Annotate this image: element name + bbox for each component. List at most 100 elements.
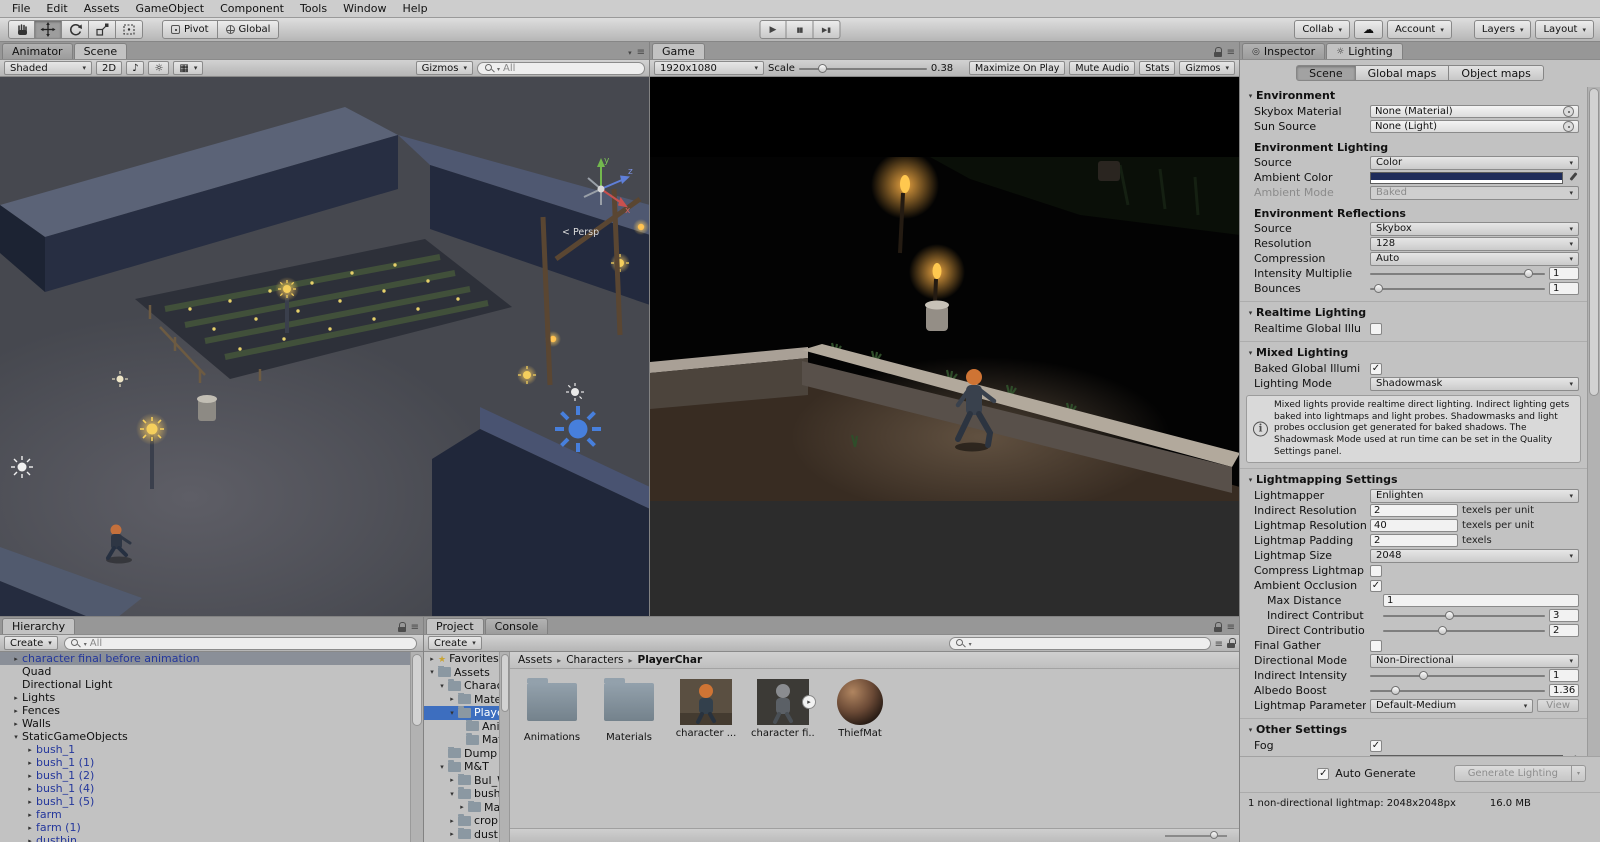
menu-component[interactable]: Component bbox=[212, 1, 292, 16]
foldout-icon[interactable] bbox=[436, 682, 448, 690]
environment-header[interactable]: Environment bbox=[1240, 87, 1587, 104]
menu-help[interactable]: Help bbox=[394, 1, 435, 16]
lock-icon[interactable] bbox=[397, 621, 407, 632]
effects-dropdown[interactable]: ▦ bbox=[173, 61, 204, 75]
hierarchy-item[interactable]: Fences bbox=[0, 704, 410, 717]
cloud-services-button[interactable]: ☁ bbox=[1353, 20, 1383, 39]
intensity-multiplier-slider[interactable] bbox=[1370, 267, 1545, 280]
pivot-toggle-button[interactable]: Pivot bbox=[162, 20, 218, 39]
scene-viewport[interactable]: y z x < Persp bbox=[0, 77, 649, 616]
foldout-icon[interactable] bbox=[24, 811, 36, 819]
project-tree-item[interactable]: Mater bbox=[424, 692, 509, 707]
foldout-icon[interactable] bbox=[24, 746, 36, 754]
hierarchy-item[interactable]: bush_1 (5) bbox=[0, 795, 410, 808]
menu-gameobject[interactable]: GameObject bbox=[128, 1, 213, 16]
foldout-icon[interactable] bbox=[426, 655, 438, 663]
breadcrumb-item[interactable]: Characters bbox=[566, 654, 637, 666]
project-tree-scrollbar[interactable] bbox=[499, 652, 509, 842]
hierarchy-item[interactable]: farm bbox=[0, 808, 410, 821]
hierarchy-item[interactable]: Quad bbox=[0, 665, 410, 678]
albedo-boost-value[interactable]: 1.36 bbox=[1549, 684, 1579, 698]
menu-file[interactable]: File bbox=[4, 1, 38, 16]
hand-tool-button[interactable] bbox=[8, 20, 35, 39]
indirect-resolution-field[interactable]: 2 bbox=[1370, 504, 1458, 518]
sun-source-field[interactable]: None (Light) bbox=[1370, 120, 1579, 133]
asset-item[interactable]: Materials bbox=[597, 677, 661, 743]
albedo-boost-slider[interactable] bbox=[1370, 684, 1545, 697]
foldout-icon[interactable] bbox=[446, 709, 458, 717]
play-button[interactable]: ▶ bbox=[759, 20, 787, 39]
hierarchy-item[interactable]: Walls bbox=[0, 717, 410, 730]
auto-generate-checkbox[interactable] bbox=[1317, 767, 1330, 780]
menu-edit[interactable]: Edit bbox=[38, 1, 75, 16]
tab-hierarchy[interactable]: Hierarchy bbox=[2, 618, 76, 634]
indirect-intensity-slider[interactable] bbox=[1370, 669, 1545, 682]
view-button[interactable]: View bbox=[1537, 699, 1579, 713]
compression-dropdown[interactable]: Auto bbox=[1370, 251, 1579, 266]
breadcrumb-item[interactable]: PlayerChar bbox=[638, 654, 703, 666]
direct-contribution-slider[interactable] bbox=[1383, 624, 1545, 637]
step-button[interactable]: ▶▮ bbox=[813, 20, 841, 39]
refl-resolution-dropdown[interactable]: 128 bbox=[1370, 236, 1579, 251]
refl-source-dropdown[interactable]: Skybox bbox=[1370, 221, 1579, 236]
asset-item[interactable]: ThiefMat bbox=[828, 677, 892, 743]
panel-menu-icon[interactable] bbox=[1227, 620, 1235, 633]
slider-thumb[interactable] bbox=[1444, 611, 1454, 621]
lightmap-padding-field[interactable]: 2 bbox=[1370, 534, 1458, 548]
lightmap-resolution-field[interactable]: 40 bbox=[1370, 519, 1458, 533]
baked-gi-checkbox[interactable] bbox=[1370, 362, 1382, 375]
directional-light-gizmo[interactable] bbox=[555, 406, 601, 452]
foldout-icon[interactable] bbox=[436, 763, 448, 771]
slider-thumb[interactable] bbox=[1391, 686, 1400, 696]
foldout-icon[interactable] bbox=[24, 772, 36, 780]
foldout-icon[interactable] bbox=[446, 790, 458, 798]
project-tree-item[interactable]: Assets bbox=[424, 665, 509, 680]
slider-thumb[interactable] bbox=[1438, 626, 1448, 636]
other-settings-header[interactable]: Other Settings bbox=[1240, 721, 1587, 738]
hierarchy-create-dropdown[interactable]: Create bbox=[4, 636, 58, 650]
game-resolution-dropdown[interactable]: 1920x1080 bbox=[654, 61, 764, 75]
search-filter-dropdown-icon[interactable] bbox=[497, 63, 500, 74]
inspector-scrollbar[interactable] bbox=[1587, 87, 1600, 756]
asset-item[interactable]: Animations bbox=[520, 677, 584, 743]
stats-button[interactable]: Stats bbox=[1139, 61, 1176, 75]
game-gizmos-dropdown[interactable]: Gizmos bbox=[1179, 61, 1235, 75]
project-tree-item[interactable]: Mat bbox=[424, 800, 509, 815]
project-create-dropdown[interactable]: Create bbox=[428, 636, 482, 650]
realtime-gi-checkbox[interactable] bbox=[1370, 322, 1382, 335]
scrollbar-thumb[interactable] bbox=[501, 654, 509, 712]
tab-lighting[interactable]: ☼ Lighting bbox=[1326, 43, 1403, 59]
slider-thumb[interactable] bbox=[1373, 284, 1383, 293]
project-tree-item[interactable]: Dump bbox=[424, 746, 509, 761]
layout-dropdown[interactable]: Layout bbox=[1535, 20, 1594, 39]
final-gather-checkbox[interactable] bbox=[1370, 639, 1382, 652]
game-viewport[interactable] bbox=[650, 77, 1239, 616]
project-tree-item[interactable]: Bul_W bbox=[424, 773, 509, 788]
project-tree-item[interactable]: Ani bbox=[424, 719, 509, 734]
persp-label[interactable]: < Persp bbox=[562, 227, 599, 238]
hierarchy-scrollbar[interactable] bbox=[410, 652, 423, 842]
hierarchy-item[interactable]: StaticGameObjects bbox=[0, 730, 410, 743]
rect-tool-button[interactable] bbox=[116, 20, 143, 39]
project-tree-item[interactable]: dustbi bbox=[424, 827, 509, 842]
ambient-color-swatch[interactable] bbox=[1370, 171, 1563, 184]
hierarchy-item[interactable]: bush_1 bbox=[0, 743, 410, 756]
ambient-occlusion-checkbox[interactable] bbox=[1370, 579, 1382, 592]
hierarchy-item[interactable]: bush_1 (2) bbox=[0, 769, 410, 782]
panel-menu-icon[interactable] bbox=[637, 45, 645, 58]
project-tree-item[interactable]: M&T bbox=[424, 760, 509, 774]
hierarchy-item[interactable]: character final before animation bbox=[0, 652, 410, 665]
foldout-icon[interactable] bbox=[456, 803, 468, 811]
rotate-tool-button[interactable] bbox=[62, 20, 89, 39]
direct-contribution-value[interactable]: 2 bbox=[1549, 624, 1579, 638]
tab-inspector[interactable]: ◎ Inspector bbox=[1242, 43, 1326, 59]
lock-icon[interactable] bbox=[1213, 621, 1223, 632]
indirect-intensity-value[interactable]: 1 bbox=[1549, 669, 1579, 683]
foldout-icon[interactable] bbox=[446, 830, 458, 838]
thumbnail-zoom-slider[interactable] bbox=[1165, 830, 1227, 840]
tab-game[interactable]: Game bbox=[652, 43, 705, 59]
pause-button[interactable]: ▮▮ bbox=[786, 20, 814, 39]
bounces-value[interactable]: 1 bbox=[1549, 282, 1579, 295]
2d-toggle-button[interactable]: 2D bbox=[96, 61, 123, 75]
mute-audio-button[interactable]: Mute Audio bbox=[1069, 61, 1136, 75]
